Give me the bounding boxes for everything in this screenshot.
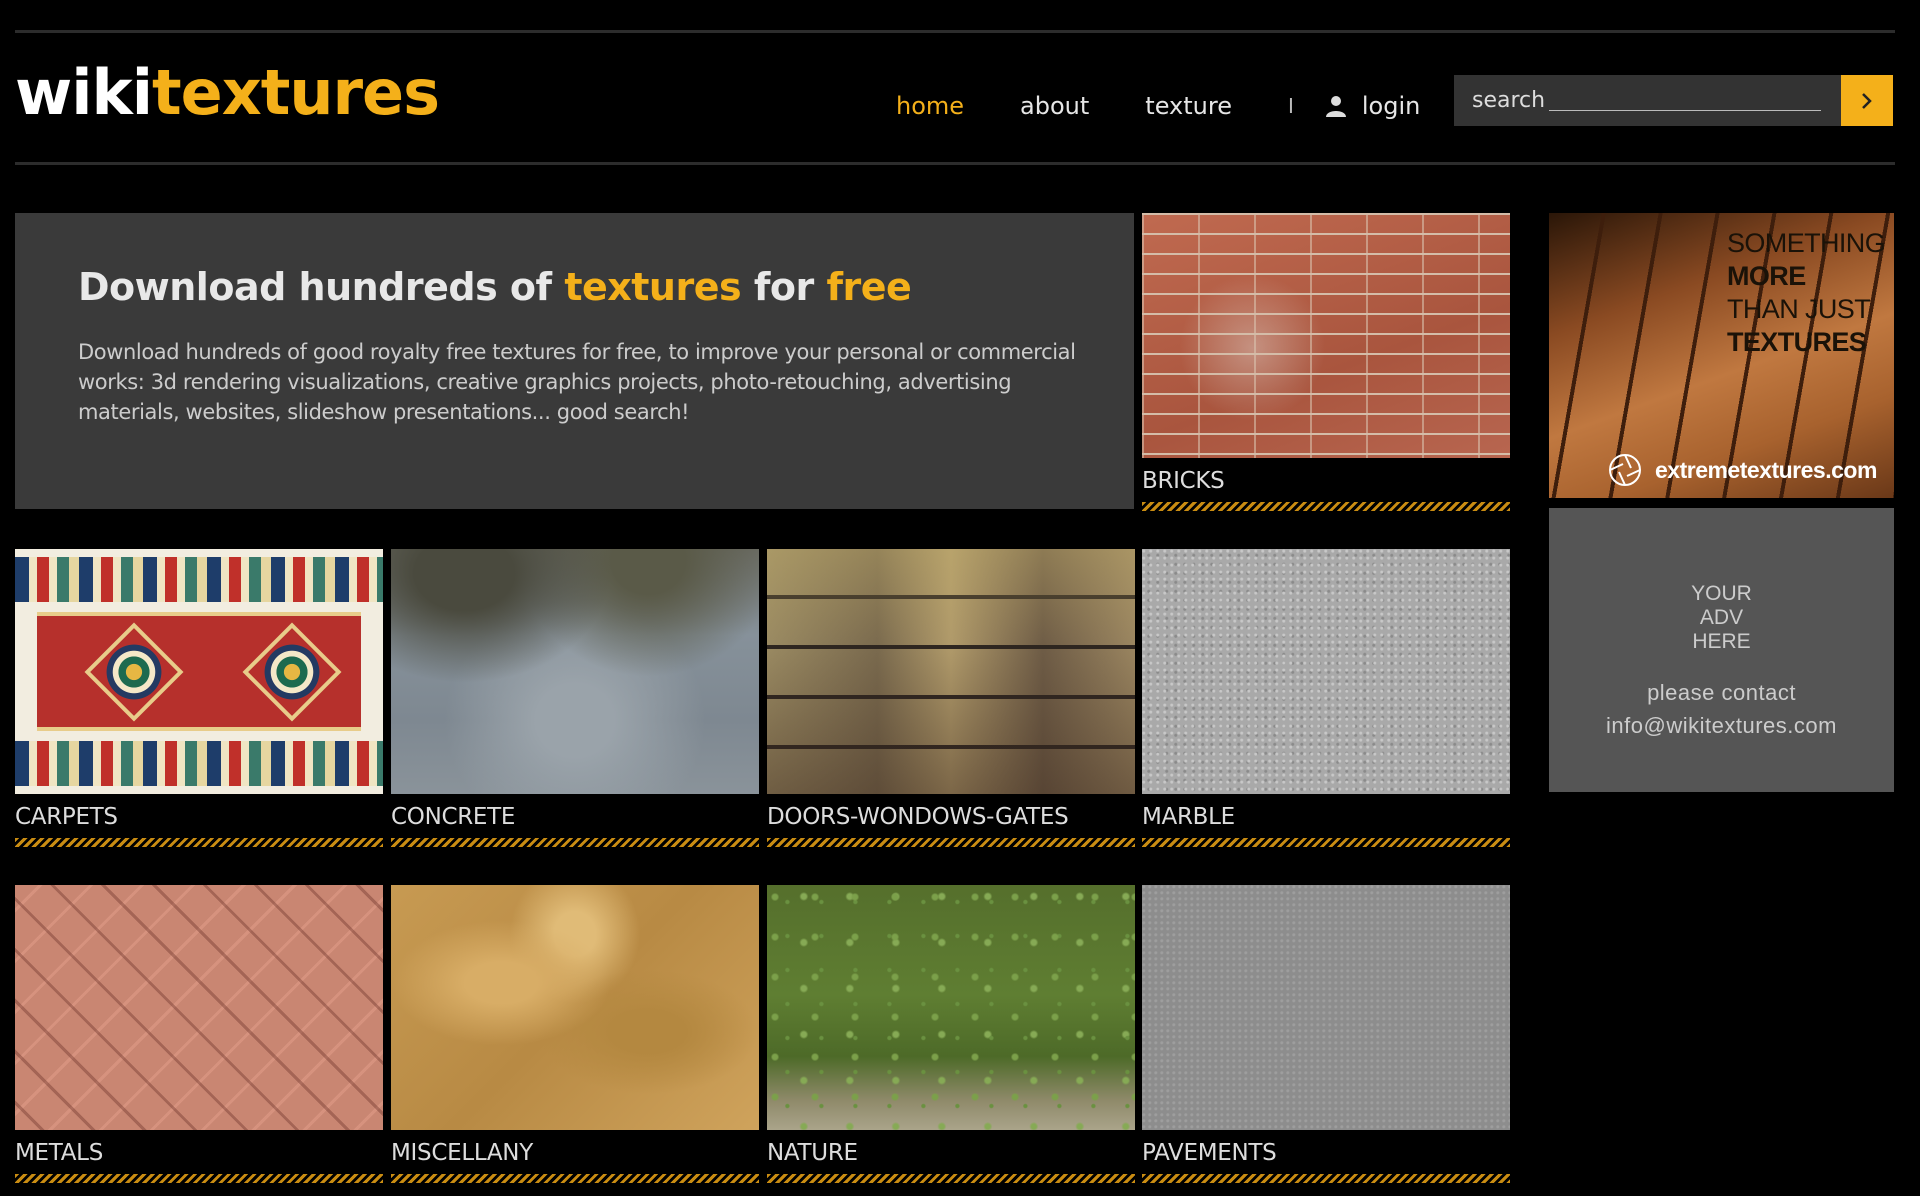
hero-title-text: Download hundreds of [78,265,565,309]
page: wikitextures home about texture I login … [0,0,1920,1196]
category-tile-pavements[interactable]: PAVEMENTS [1142,885,1510,1183]
promo-brand: extremetextures.com [1607,452,1877,488]
site-logo[interactable]: wikitextures [15,62,440,124]
carpet-motif [84,622,184,721]
category-label[interactable]: MARBLE [1142,802,1510,832]
hatch-underline [1142,502,1510,511]
search-box [1454,75,1841,126]
hatch-underline [391,838,759,847]
promo-line: MORE [1727,261,1806,291]
nav-texture[interactable]: texture [1145,92,1232,120]
ad-headline: YOUR ADV HERE [1549,582,1894,654]
hero-description: Download hundreds of good royalty free t… [78,340,1076,424]
logo-part-textures: textures [152,56,440,129]
chevron-right-icon [1862,92,1872,109]
category-label[interactable]: MISCELLANY [391,1138,759,1168]
category-tile-metals[interactable]: METALS [15,885,383,1183]
header-divider [15,162,1895,165]
category-tile-concrete[interactable]: CONCRETE [391,549,759,847]
promo-line: THAN JUST [1727,294,1871,324]
hatch-underline [15,1174,383,1183]
ad-line: HERE [1692,630,1751,653]
hatch-underline [15,838,383,847]
category-tile-nature[interactable]: NATURE [767,885,1135,1183]
pavements-thumbnail[interactable] [1142,885,1510,1130]
user-icon [1325,96,1346,117]
hatch-underline [767,1174,1135,1183]
carpet-border [15,557,383,602]
nav-login[interactable]: login [1324,92,1420,120]
main-nav: home about texture I login I [896,92,1478,120]
category-label[interactable]: CONCRETE [391,802,759,832]
hero-title-highlight: free [826,265,912,309]
concrete-thumbnail[interactable] [391,549,759,794]
hero-title-text: for [741,265,827,309]
ad-contact: please contact info@wikitextures.com [1549,676,1894,742]
aperture-icon [1609,454,1641,486]
doors-thumbnail[interactable] [767,549,1135,794]
ad-contact-email[interactable]: info@wikitextures.com [1549,709,1894,742]
hatch-underline [1142,838,1510,847]
category-tile-doors[interactable]: DOORS-WONDOWS-GATES [767,549,1135,847]
nav-about[interactable]: about [1020,92,1089,120]
logo-part-wiki: wiki [15,56,153,129]
search-button[interactable] [1841,75,1893,126]
category-tile-marble[interactable]: MARBLE [1142,549,1510,847]
hero-banner: Download hundreds of textures for free D… [15,213,1134,509]
category-label[interactable]: DOORS-WONDOWS-GATES [767,802,1135,832]
top-divider [15,30,1895,33]
category-label[interactable]: PAVEMENTS [1142,1138,1510,1168]
carpet-field [37,612,361,731]
search-underline [1549,110,1821,111]
ad-contact-text: please contact [1647,680,1796,705]
metals-thumbnail[interactable] [15,885,383,1130]
carpet-motif [242,622,342,721]
nav-home[interactable]: home [896,92,964,120]
category-label[interactable]: BRICKS [1142,466,1510,496]
promo-banner-extremetextures[interactable]: SOMETHING MORE THAN JUST TEXTURES extrem… [1549,213,1894,498]
category-label[interactable]: NATURE [767,1138,1135,1168]
hatch-underline [391,1174,759,1183]
ad-line: YOUR [1691,582,1752,605]
marble-thumbnail[interactable] [1142,549,1510,794]
category-tile-bricks[interactable]: BRICKS [1142,213,1510,511]
ad-placeholder: YOUR ADV HERE please contact info@wikite… [1549,508,1894,792]
ad-line: ADV [1699,606,1744,629]
hatch-underline [1142,1174,1510,1183]
hero-title-highlight: textures [564,265,742,309]
category-label[interactable]: METALS [15,1138,383,1168]
miscellany-thumbnail[interactable] [391,885,759,1130]
hatch-underline [767,838,1135,847]
hero-title: Download hundreds of textures for free [78,265,1134,309]
category-tile-carpets[interactable]: CARPETS [15,549,383,847]
category-tile-miscellany[interactable]: MISCELLANY [391,885,759,1183]
promo-slogan: SOMETHING MORE THAN JUST TEXTURES [1727,227,1886,359]
nature-thumbnail[interactable] [767,885,1135,1130]
nav-separator: I [1287,94,1294,118]
promo-brand-text: extremetextures.com [1655,456,1877,483]
category-label[interactable]: CARPETS [15,802,383,832]
nav-login-label: login [1361,92,1421,120]
promo-line: TEXTURES [1727,327,1867,357]
bricks-thumbnail[interactable] [1142,213,1510,458]
promo-line: SOMETHING [1727,228,1886,258]
carpets-thumbnail[interactable] [15,549,383,794]
carpet-border [15,741,383,786]
